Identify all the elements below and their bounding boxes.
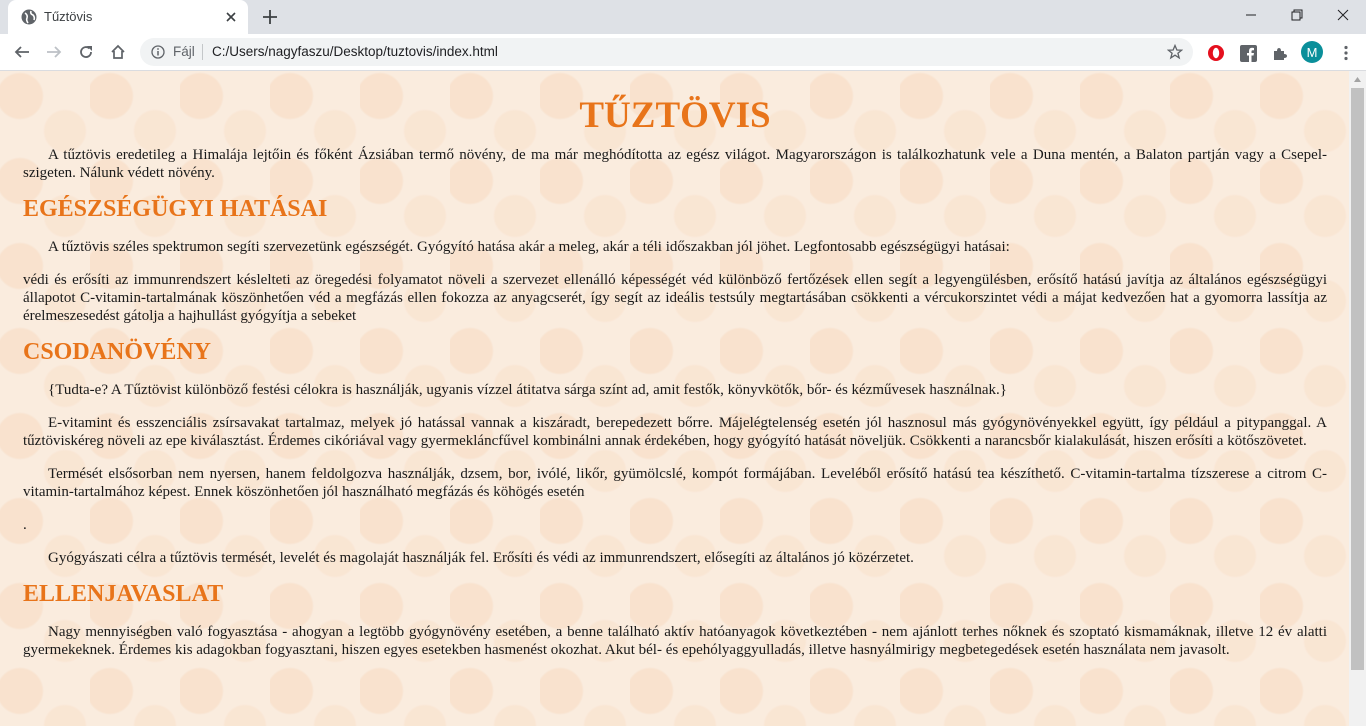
browser-toolbar: Fájl C:/Users/nagyfaszu/Desktop/tuztovis… <box>0 34 1366 71</box>
section-paragraph: A tűztövis széles spektrumon segíti szer… <box>48 239 1010 255</box>
bookmark-star-icon[interactable] <box>1167 44 1183 60</box>
vertical-scrollbar[interactable] <box>1349 71 1366 726</box>
kebab-menu-icon <box>1344 45 1348 61</box>
close-tab-icon[interactable] <box>223 9 239 25</box>
scroll-up-arrow-icon[interactable] <box>1349 71 1366 88</box>
section-paragraph: védi és erősíti az immunrendszert késlel… <box>23 272 1327 324</box>
menu-button[interactable] <box>1336 43 1356 63</box>
page-title: TŰZTÖVIS <box>579 95 771 136</box>
minimize-button[interactable] <box>1228 0 1274 30</box>
home-icon <box>111 44 125 59</box>
browser-tab[interactable]: Tűztövis <box>8 0 248 34</box>
facebook-extension-button[interactable] <box>1238 43 1258 63</box>
section-heading-health: EGÉSZSÉGÜGYI HATÁSAI <box>23 196 328 222</box>
tab-title: Tűztövis <box>44 9 93 24</box>
url-text[interactable]: C:/Users/nagyfaszu/Desktop/tuztovis/inde… <box>212 44 498 59</box>
section-heading-wonder-plant: CSODANÖVÉNY <box>23 339 212 365</box>
tab-strip: Tűztövis <box>0 0 1366 34</box>
restore-icon <box>1291 9 1303 21</box>
section-paragraph: E-vitamint és esszenciális zsírsavakat t… <box>23 415 1327 449</box>
reload-button[interactable] <box>74 40 98 64</box>
extensions-button[interactable] <box>1270 43 1290 63</box>
profile-avatar[interactable]: M <box>1301 41 1323 63</box>
home-button[interactable] <box>106 40 130 64</box>
divider <box>202 44 203 60</box>
back-button[interactable] <box>10 40 34 64</box>
restore-button[interactable] <box>1274 0 1320 30</box>
scheme-label: Fájl <box>173 44 195 59</box>
close-window-button[interactable] <box>1320 0 1366 30</box>
section-paragraph: {Tudta-e? A Tűztövist különböző festési … <box>48 382 1007 398</box>
forward-arrow-icon <box>47 46 62 58</box>
info-icon[interactable] <box>151 45 165 59</box>
section-heading-contraindication: ELLENJAVASLAT <box>23 581 224 607</box>
facebook-icon <box>1239 44 1257 62</box>
scrollbar-thumb[interactable] <box>1351 88 1364 670</box>
opera-extension-button[interactable] <box>1206 43 1226 63</box>
forward-button[interactable] <box>42 40 66 64</box>
section-paragraph: . <box>23 517 27 533</box>
page-viewport: TŰZTÖVIS A tűztövis eredetileg a Himaláj… <box>0 71 1349 726</box>
reload-icon <box>80 46 92 58</box>
new-tab-icon[interactable] <box>261 8 279 26</box>
globe-icon <box>21 9 37 25</box>
intro-paragraph: A tűztövis eredetileg a Himalája lejtőin… <box>23 147 1327 181</box>
opera-icon <box>1208 45 1224 61</box>
page-content: TŰZTÖVIS A tűztövis eredetileg a Himaláj… <box>23 71 1327 659</box>
address-bar[interactable]: Fájl C:/Users/nagyfaszu/Desktop/tuztovis… <box>140 38 1193 66</box>
puzzle-icon <box>1274 48 1287 60</box>
back-arrow-icon <box>14 46 29 58</box>
section-paragraph: Gyógyászati célra a tűztövis termését, l… <box>48 550 914 566</box>
close-icon <box>1337 9 1349 21</box>
minimize-icon <box>1246 14 1256 16</box>
section-paragraph: Termését elsősorban nem nyersen, hanem f… <box>23 466 1327 500</box>
section-paragraph: Nagy mennyiségben való fogyasztása - aho… <box>23 624 1327 658</box>
